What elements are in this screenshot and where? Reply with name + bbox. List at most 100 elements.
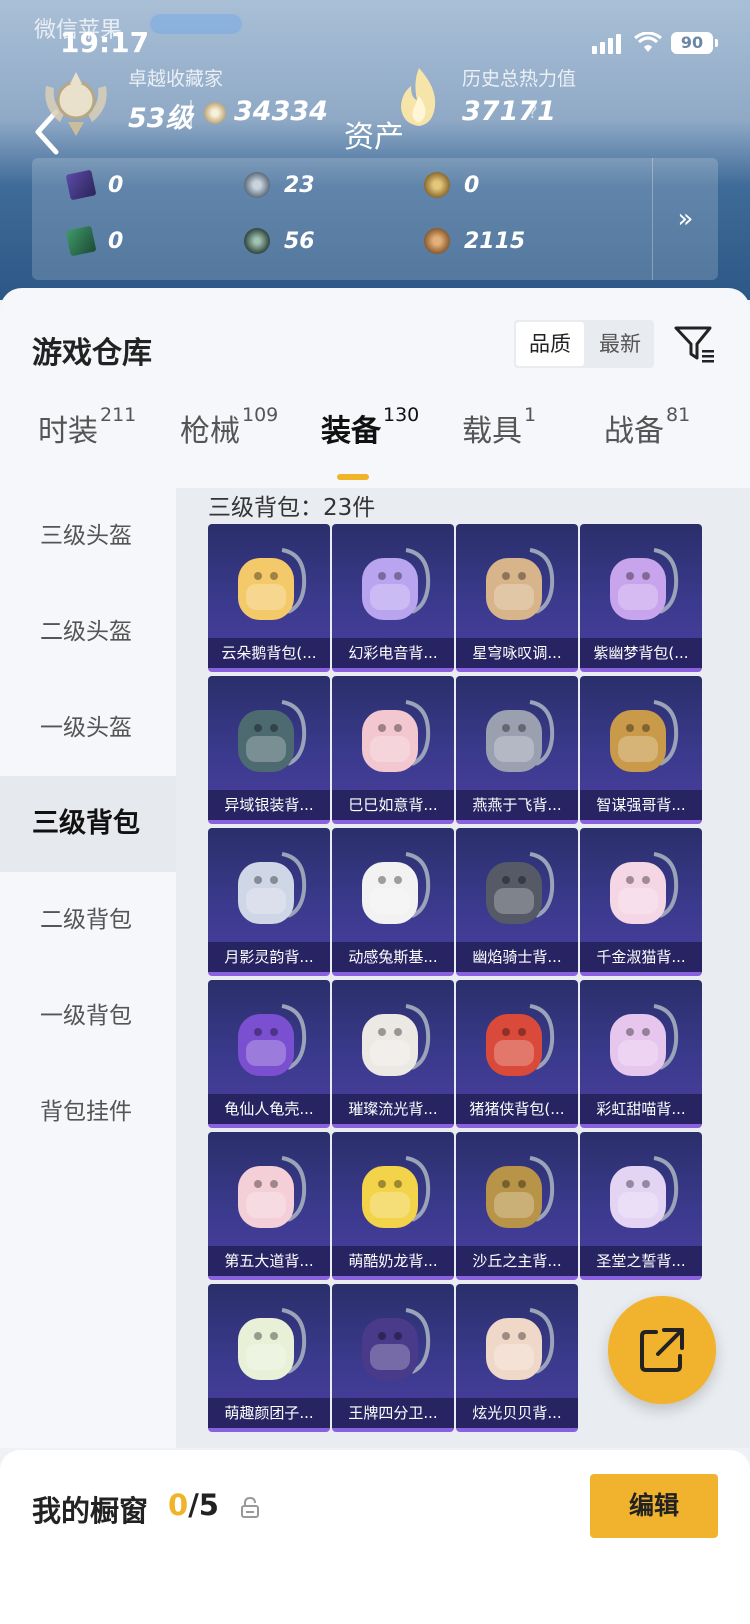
backpack-item-card[interactable]: 璀璨流光背... bbox=[332, 980, 454, 1128]
section-title: 三级背包：23件 bbox=[208, 495, 376, 521]
flame-icon bbox=[401, 68, 436, 126]
sidebar-item-level3-backpack[interactable]: 三级背包 bbox=[0, 776, 176, 872]
backpack-icon bbox=[362, 1156, 431, 1228]
score-coin-icon bbox=[204, 102, 226, 124]
tab-equipment[interactable]: 装备 130 bbox=[321, 404, 419, 450]
item-name: 燕燕于飞背... bbox=[456, 790, 578, 820]
asset-green-card: 0 bbox=[65, 225, 123, 257]
backpack-item-card[interactable]: 猪猪侠背包(... bbox=[456, 980, 578, 1128]
backpack-icon bbox=[486, 1156, 555, 1228]
backpack-icon bbox=[610, 548, 679, 620]
asset-purple-card: 0 bbox=[65, 169, 123, 201]
edit-button[interactable]: 编辑 bbox=[590, 1474, 718, 1538]
backpack-item-card[interactable]: 星穹咏叹调... bbox=[456, 524, 578, 672]
sort-quality-button[interactable]: 品质 bbox=[516, 322, 584, 366]
tab-vehicles[interactable]: 载具 1 bbox=[462, 404, 536, 450]
score-value: 34334 bbox=[234, 96, 328, 127]
carrier-extra bbox=[150, 14, 242, 34]
asset-dark-coin: 56 bbox=[244, 228, 315, 254]
signal-icon bbox=[592, 34, 622, 54]
sidebar-item-backpack-charm[interactable]: 背包挂件 bbox=[0, 1064, 176, 1160]
backpack-item-card[interactable]: 第五大道背... bbox=[208, 1132, 330, 1280]
backpack-item-card[interactable]: 幽焰骑士背... bbox=[456, 828, 578, 976]
item-name: 圣堂之誓背... bbox=[580, 1246, 702, 1276]
item-name: 王牌四分卫... bbox=[332, 1398, 454, 1428]
item-name: 彩虹甜喵背... bbox=[580, 1094, 702, 1124]
asset-silver-coin: 23 bbox=[244, 172, 315, 198]
backpack-item-card[interactable]: 燕燕于飞背... bbox=[456, 676, 578, 824]
backpack-item-card[interactable]: 千金淑猫背... bbox=[580, 828, 702, 976]
backpack-icon bbox=[362, 700, 431, 772]
backpack-icon bbox=[610, 700, 679, 772]
backpack-icon bbox=[486, 700, 555, 772]
green-card-icon bbox=[65, 225, 97, 257]
backpack-item-card[interactable]: 巳巳如意背... bbox=[332, 676, 454, 824]
tab-fashion[interactable]: 时装 211 bbox=[38, 404, 136, 450]
item-name: 幻彩电音背... bbox=[332, 638, 454, 668]
item-name: 巳巳如意背... bbox=[332, 790, 454, 820]
help-icon[interactable]: ? bbox=[528, 102, 538, 123]
sidebar-item-level2-helmet[interactable]: 二级头盔 bbox=[0, 584, 176, 680]
sort-latest-button[interactable]: 最新 bbox=[586, 320, 654, 368]
asset-bronze-coin: 2115 bbox=[424, 228, 525, 254]
heat-value: 37171 bbox=[462, 96, 556, 127]
tab-firearms[interactable]: 枪械 109 bbox=[180, 404, 278, 450]
warehouse-panel: 游戏仓库 品质 最新 时装 211 枪械 109 装备 130 载具 1 战备 81 三级… bbox=[0, 288, 750, 1448]
showcase-count: 0/5 bbox=[168, 1488, 219, 1522]
item-name: 星穹咏叹调... bbox=[456, 638, 578, 668]
item-name: 龟仙人龟壳... bbox=[208, 1094, 330, 1124]
backpack-icon bbox=[610, 852, 679, 924]
backpack-icon bbox=[486, 548, 555, 620]
divider bbox=[190, 100, 192, 128]
sidebar-item-level1-helmet[interactable]: 一级头盔 bbox=[0, 680, 176, 776]
level-value: 53级 bbox=[128, 103, 193, 134]
backpack-item-card[interactable]: 萌酷奶龙背... bbox=[332, 1132, 454, 1280]
backpack-item-card[interactable]: 月影灵韵背... bbox=[208, 828, 330, 976]
purple-card-icon bbox=[65, 169, 97, 201]
backpack-item-card[interactable]: 炫光贝贝背... bbox=[456, 1284, 578, 1432]
backpack-item-card[interactable]: 紫幽梦背包(... bbox=[580, 524, 702, 672]
backpack-item-card[interactable]: 沙丘之主背... bbox=[456, 1132, 578, 1280]
warehouse-title: 游戏仓库 bbox=[32, 336, 152, 371]
sidebar-item-level2-backpack[interactable]: 二级背包 bbox=[0, 872, 176, 968]
sort-toggle: 品质 最新 bbox=[514, 320, 654, 368]
share-button[interactable] bbox=[608, 1296, 716, 1404]
backpack-item-card[interactable]: 王牌四分卫... bbox=[332, 1284, 454, 1432]
item-name: 炫光贝贝背... bbox=[456, 1398, 578, 1428]
filter-icon[interactable] bbox=[672, 322, 716, 366]
item-name: 沙丘之主背... bbox=[456, 1246, 578, 1276]
sidebar-item-level1-backpack[interactable]: 一级背包 bbox=[0, 968, 176, 1064]
backpack-icon bbox=[238, 700, 307, 772]
profile-title: 卓越收藏家 bbox=[128, 68, 224, 90]
tab-supplies[interactable]: 战备 81 bbox=[604, 404, 690, 450]
item-name: 千金淑猫背... bbox=[580, 942, 702, 972]
backpack-item-card[interactable]: 智谋强哥背... bbox=[580, 676, 702, 824]
backpack-icon bbox=[362, 852, 431, 924]
showcase-label: 我的橱窗 bbox=[32, 1494, 149, 1528]
collector-emblem-icon bbox=[45, 72, 107, 136]
backpack-icon bbox=[238, 1156, 307, 1228]
dark-coin-icon bbox=[244, 228, 270, 254]
item-name: 月影灵韵背... bbox=[208, 942, 330, 972]
item-name: 璀璨流光背... bbox=[332, 1094, 454, 1124]
backpack-item-card[interactable]: 圣堂之誓背... bbox=[580, 1132, 702, 1280]
backpack-item-card[interactable]: 云朵鹅背包(... bbox=[208, 524, 330, 672]
backpack-item-card[interactable]: 幻彩电音背... bbox=[332, 524, 454, 672]
backpack-item-card[interactable]: 彩虹甜喵背... bbox=[580, 980, 702, 1128]
backpack-item-card[interactable]: 异域银装背... bbox=[208, 676, 330, 824]
backpack-item-card[interactable]: 龟仙人龟壳... bbox=[208, 980, 330, 1128]
item-name: 萌趣颜团子... bbox=[208, 1398, 330, 1428]
backpack-item-card[interactable]: 萌趣颜团子... bbox=[208, 1284, 330, 1432]
item-name: 紫幽梦背包(... bbox=[580, 638, 702, 668]
item-name: 猪猪侠背包(... bbox=[456, 1094, 578, 1124]
assets-more-button[interactable]: » bbox=[652, 158, 718, 280]
assets-panel: 0 23 0 0 56 2115 » bbox=[32, 158, 718, 280]
backpack-item-card[interactable]: 动感兔斯基... bbox=[332, 828, 454, 976]
item-name: 异域银装背... bbox=[208, 790, 330, 820]
gold-coin-icon bbox=[424, 172, 450, 198]
silver-coin-icon bbox=[244, 172, 270, 198]
backpack-icon bbox=[486, 1004, 555, 1076]
sidebar-item-level3-helmet[interactable]: 三级头盔 bbox=[0, 488, 176, 584]
heat-title: 历史总热力值 bbox=[462, 68, 577, 90]
backpack-icon bbox=[362, 1308, 431, 1380]
